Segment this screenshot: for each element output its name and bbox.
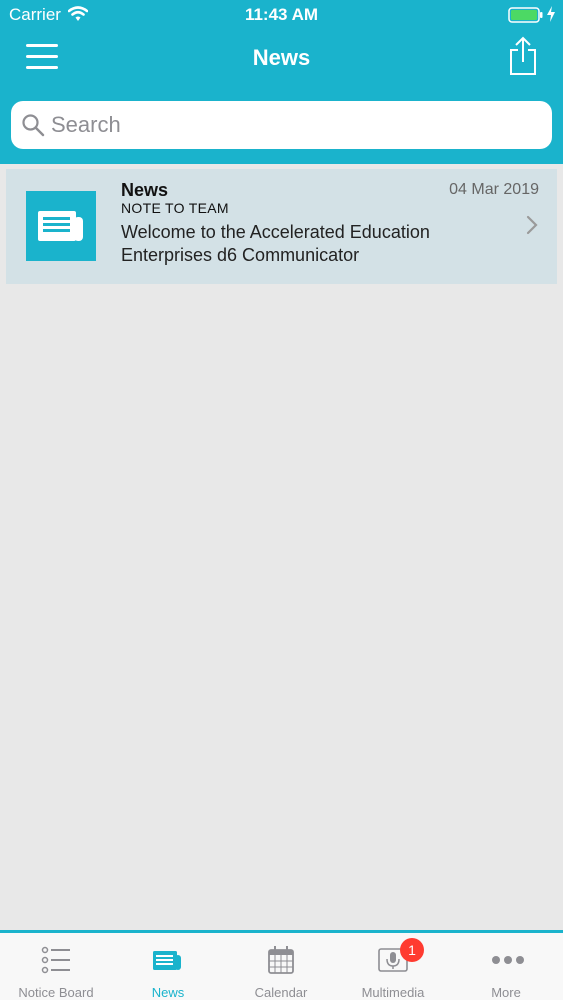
status-time: 11:43 AM [244,5,319,24]
tab-multimedia[interactable]: 1 Multimedia [337,933,449,1000]
tab-label: Notice Board [18,985,94,1000]
news-list-item[interactable]: News 04 Mar 2019 NOTE TO TEAM Welcome to… [6,169,557,284]
tab-label: News [151,985,185,1000]
tab-label: Multimedia [361,985,425,1000]
news-item-date: 04 Mar 2019 [449,181,539,198]
newspaper-icon [153,951,181,970]
tab-notice-board[interactable]: Notice Board [0,933,112,1000]
news-thumbnail [26,191,96,261]
news-item-title: News [121,180,169,200]
more-dots-icon [492,956,524,964]
news-item-summary: Welcome to the Accelerated Education Ent… [121,222,430,265]
tab-calendar[interactable]: Calendar [225,933,337,1000]
nav-bar: News [0,30,563,90]
search-bar[interactable] [11,101,552,149]
status-bar: Carrier 11:43 AM [0,0,563,30]
tab-news[interactable]: News [112,933,224,1000]
page-title: News [252,45,311,70]
tab-label: Calendar [254,985,308,1000]
share-icon[interactable] [508,36,538,76]
charging-bolt-icon [546,6,556,27]
calendar-icon [268,946,294,974]
search-input[interactable] [51,107,541,143]
search-icon [21,113,45,142]
news-item-category: NOTE TO TEAM [121,200,229,216]
notification-badge: 1 [400,938,424,962]
tab-more[interactable]: More [450,933,562,1000]
chevron-right-icon [526,215,538,240]
list-icon [41,946,70,974]
battery-icon [508,7,544,28]
newspaper-icon [38,211,83,241]
header: Carrier 11:43 AM News Search [0,0,563,164]
tab-bar: Notice Board News Calendar 1 Multimedia … [0,930,563,1000]
tab-label: More [491,985,521,1000]
